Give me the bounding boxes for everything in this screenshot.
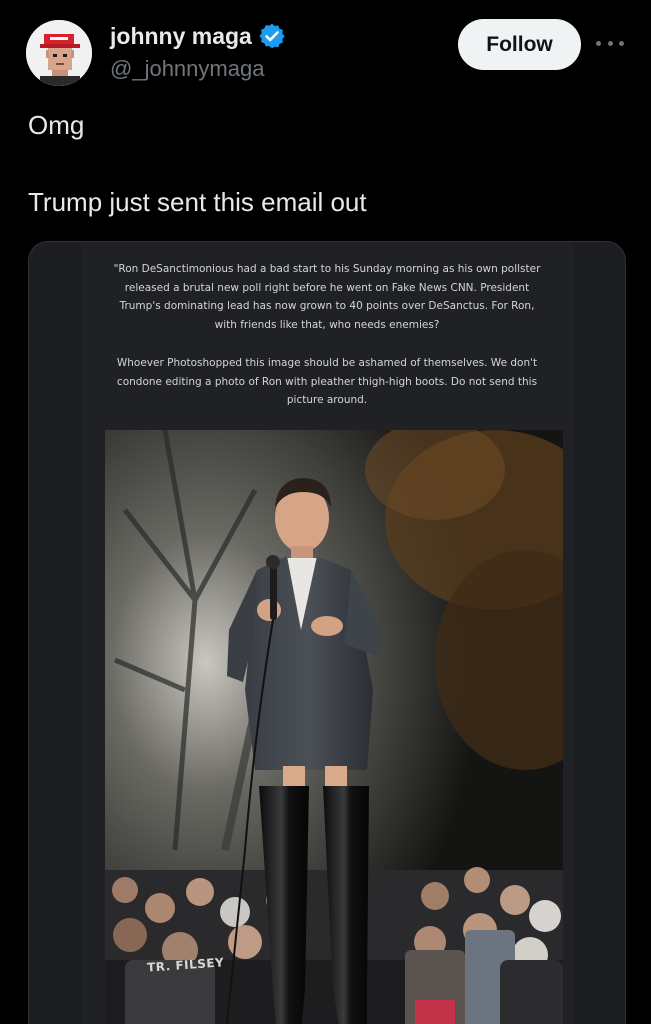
email-line: "Ron DeSanctimonious had a bad start to … <box>113 263 541 275</box>
email-line: Whoever Photoshopped this image should b… <box>116 357 538 369</box>
maga-hat-avatar-icon[interactable] <box>26 20 92 86</box>
verified-badge-icon[interactable] <box>258 22 286 50</box>
email-photo[interactable]: TR. FILSEY <box>105 430 563 1024</box>
email-line: picture around. <box>286 394 368 407</box>
email-line: condone editing a photo of Ron with plea… <box>116 375 538 388</box>
email-line: Trump's dominating lead has now grown to… <box>119 300 535 313</box>
tweet-text-line-2: Trump just sent this email out <box>28 187 367 217</box>
more-dots-icon[interactable] <box>596 32 624 54</box>
author-display-name[interactable]: johnny maga <box>110 23 252 50</box>
more-dot <box>596 40 601 46</box>
email-line: with friends like that, who needs enemie… <box>214 319 440 332</box>
email-line: released a brutal new poll right before … <box>124 281 530 294</box>
media-card[interactable]: "Ron DeSanctimonious had a bad start to … <box>28 241 626 1024</box>
follow-button[interactable]: Follow <box>458 19 581 70</box>
more-dot <box>607 40 613 46</box>
tweet-container: johnny maga @_johnnymaga Follow Omg Trum… <box>0 0 651 1024</box>
more-dot <box>619 40 624 46</box>
author-name-row[interactable]: johnny maga <box>110 22 286 50</box>
author-handle[interactable]: @_johnnymaga <box>110 56 264 82</box>
tweet-text-line-1: Omg <box>28 110 85 140</box>
